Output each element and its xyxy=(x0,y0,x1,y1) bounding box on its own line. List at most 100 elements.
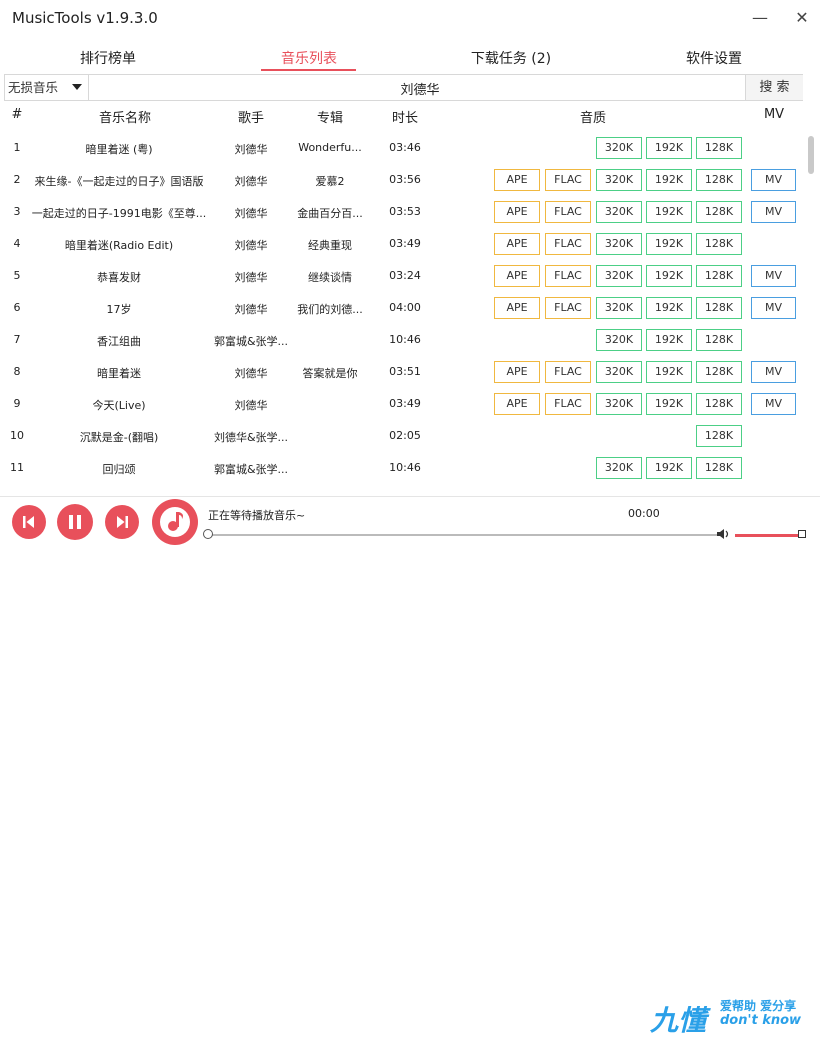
quality-128k-button[interactable]: 128K xyxy=(696,329,742,351)
cell-duration: 03:53 xyxy=(389,205,421,218)
ape-button[interactable]: APE xyxy=(494,201,540,223)
quality-192k-button[interactable]: 192K xyxy=(646,233,692,255)
quality-192k-button[interactable]: 192K xyxy=(646,361,692,383)
ape-button[interactable]: APE xyxy=(494,265,540,287)
quality-128k-button[interactable]: 128K xyxy=(696,393,742,415)
quality-128k-button[interactable]: 128K xyxy=(696,137,742,159)
progress-bar[interactable] xyxy=(206,534,718,536)
quality-128k-button[interactable]: 128K xyxy=(696,201,742,223)
song-list: 1 暗里着迷 (粤) 刘德华 Wonderfu... 03:46 320K 192K 128K… xyxy=(0,132,805,496)
playback-time: 00:00 xyxy=(628,507,660,520)
table-row[interactable]: 2 来生缘-《一起走过的日子》国语版 刘德华 爱慕2 03:56 APE FLAC 320K 1… xyxy=(0,164,805,196)
quality-128k-button[interactable]: 128K xyxy=(696,169,742,191)
quality-128k-button[interactable]: 128K xyxy=(696,457,742,479)
quality-192k-button[interactable]: 192K xyxy=(646,457,692,479)
cell-artist: 郭富城&张学... xyxy=(213,463,289,476)
ape-button[interactable]: APE xyxy=(494,393,540,415)
app-title: MusicTools v1.9.3.0 xyxy=(12,9,158,27)
quality-320k-button[interactable]: 320K xyxy=(596,329,642,351)
pause-button[interactable] xyxy=(57,504,93,540)
playback-status: 正在等待播放音乐~ xyxy=(208,509,306,522)
tab-download-tasks[interactable]: 下载任务 (2) xyxy=(468,48,554,68)
header-artist: 歌手 xyxy=(237,111,264,126)
watermark: 九懂 爱帮助 爱分享 don't know xyxy=(650,993,820,1043)
ape-button[interactable]: APE xyxy=(494,361,540,383)
next-button[interactable] xyxy=(105,505,139,539)
scroll-thumb[interactable] xyxy=(808,136,814,174)
watermark-line1: 爱帮助 爱分享 xyxy=(720,999,797,1013)
quality-320k-button[interactable]: 320K xyxy=(596,265,642,287)
quality-192k-button[interactable]: 192K xyxy=(646,169,692,191)
tab-rankings[interactable]: 排行榜单 xyxy=(76,48,140,68)
minimize-button[interactable]: — xyxy=(748,6,772,30)
mv-button[interactable]: MV xyxy=(751,361,796,383)
flac-button[interactable]: FLAC xyxy=(545,169,591,191)
quality-320k-button[interactable]: 320K xyxy=(596,137,642,159)
table-row[interactable]: 3 一起走过的日子-1991电影《至尊... 刘德华 金曲百分百... 03:53 APE… xyxy=(0,196,805,228)
search-bar: 无损音乐 搜 索 xyxy=(4,74,803,102)
source-dropdown[interactable]: 无损音乐 xyxy=(5,75,89,100)
table-row[interactable]: 11 回归颂 郭富城&张学... 10:46 320K 192K 128K xyxy=(0,452,805,484)
cell-artist: 郭富城&张学... xyxy=(213,335,289,348)
ape-button[interactable]: APE xyxy=(494,297,540,319)
table-row[interactable]: 7 香江组曲 郭富城&张学... 10:46 320K 192K 128K xyxy=(0,324,805,356)
search-input[interactable] xyxy=(91,75,749,102)
table-row[interactable]: 4 暗里着迷(Radio Edit) 刘德华 经典重现 03:49 APE FLAC 320K… xyxy=(0,228,805,260)
quality-128k-button[interactable]: 128K xyxy=(696,233,742,255)
cell-artist: 刘德华 xyxy=(234,239,268,252)
table-row[interactable]: 10 沉默是金-(翻唱) 刘德华&张学... 02:05 128K xyxy=(0,420,805,452)
tab-settings[interactable]: 软件设置 xyxy=(681,48,747,68)
ape-button[interactable]: APE xyxy=(494,233,540,255)
flac-button[interactable]: FLAC xyxy=(545,393,591,415)
quality-192k-button[interactable]: 192K xyxy=(646,393,692,415)
quality-192k-button[interactable]: 192K xyxy=(646,329,692,351)
cell-song-name: 来生缘-《一起走过的日子》国语版 xyxy=(34,175,204,188)
table-row[interactable]: 5 恭喜发财 刘德华 继续谈情 03:24 APE FLAC 320K 192K 128K MV xyxy=(0,260,805,292)
cell-artist: 刘德华 xyxy=(234,271,268,284)
flac-button[interactable]: FLAC xyxy=(545,297,591,319)
table-row[interactable]: 9 今天(Live) 刘德华 03:49 APE FLAC 320K 192K 128K MV xyxy=(0,388,805,420)
quality-320k-button[interactable]: 320K xyxy=(596,361,642,383)
ape-button[interactable]: APE xyxy=(494,169,540,191)
quality-320k-button[interactable]: 320K xyxy=(596,201,642,223)
mv-button[interactable]: MV xyxy=(751,393,796,415)
progress-handle[interactable] xyxy=(203,529,213,539)
close-button[interactable]: ✕ xyxy=(790,6,814,30)
volume-icon[interactable] xyxy=(716,528,730,540)
quality-320k-button[interactable]: 320K xyxy=(596,393,642,415)
table-row[interactable]: 1 暗里着迷 (粤) 刘德华 Wonderfu... 03:46 320K 192K 128K xyxy=(0,132,805,164)
quality-128k-button[interactable]: 128K xyxy=(696,297,742,319)
watermark-line2: don't know xyxy=(720,1013,802,1028)
quality-128k-button[interactable]: 128K xyxy=(696,425,742,447)
mv-button[interactable]: MV xyxy=(751,265,796,287)
cell-album: 经典重现 xyxy=(308,239,352,252)
quality-128k-button[interactable]: 128K xyxy=(696,361,742,383)
search-button[interactable]: 搜 索 xyxy=(745,75,803,100)
quality-320k-button[interactable]: 320K xyxy=(596,169,642,191)
cell-song-name: 一起走过的日子-1991电影《至尊... xyxy=(31,207,207,220)
mv-button[interactable]: MV xyxy=(751,169,796,191)
tab-music-list[interactable]: 音乐列表 xyxy=(276,48,342,68)
volume-slider[interactable] xyxy=(735,534,799,537)
quality-192k-button[interactable]: 192K xyxy=(646,297,692,319)
quality-320k-button[interactable]: 320K xyxy=(596,233,642,255)
flac-button[interactable]: FLAC xyxy=(545,201,591,223)
previous-button[interactable] xyxy=(12,505,46,539)
scrollbar[interactable] xyxy=(806,132,816,496)
flac-button[interactable]: FLAC xyxy=(545,233,591,255)
quality-320k-button[interactable]: 320K xyxy=(596,297,642,319)
quality-192k-button[interactable]: 192K xyxy=(646,265,692,287)
flac-button[interactable]: FLAC xyxy=(545,361,591,383)
quality-128k-button[interactable]: 128K xyxy=(696,265,742,287)
mv-button[interactable]: MV xyxy=(751,201,796,223)
table-row[interactable]: 6 17岁 刘德华 我们的刘德... 04:00 APE FLAC 320K 192K 128K M… xyxy=(0,292,805,324)
quality-192k-button[interactable]: 192K xyxy=(646,137,692,159)
mv-button[interactable]: MV xyxy=(751,297,796,319)
table-row[interactable]: 8 暗里着迷 刘德华 答案就是你 03:51 APE FLAC 320K 192K 128K MV xyxy=(0,356,805,388)
cell-album: 继续谈情 xyxy=(308,271,352,284)
cell-duration: 10:46 xyxy=(389,333,421,346)
volume-handle[interactable] xyxy=(798,530,806,538)
quality-320k-button[interactable]: 320K xyxy=(596,457,642,479)
quality-192k-button[interactable]: 192K xyxy=(646,201,692,223)
flac-button[interactable]: FLAC xyxy=(545,265,591,287)
